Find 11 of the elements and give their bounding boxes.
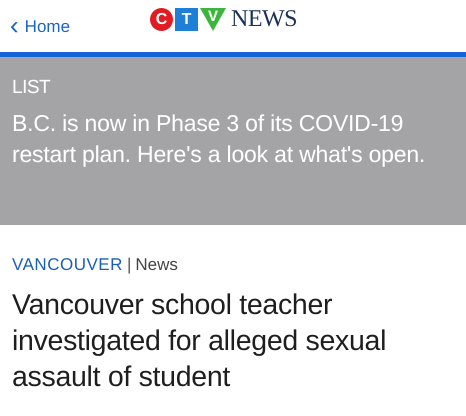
home-link[interactable]: ‹ Home [10,16,70,38]
category-label: News [135,255,178,275]
logo-letter: C [150,8,173,31]
logo-letter: V [200,8,226,31]
promo-headline: B.C. is now in Phase 3 of its COVID-19 restart plan. Here's a look at what's open. [12,109,426,169]
logo-wordmark: NEWS [231,6,297,33]
article-headline: Vancouver school teacher investigated for alleged sexual assault of student [12,288,388,395]
logo-letter: T [175,8,198,31]
separator: | [126,255,132,275]
story-label: LIST [12,77,50,99]
section-link[interactable]: VANCOUVER [12,255,123,275]
